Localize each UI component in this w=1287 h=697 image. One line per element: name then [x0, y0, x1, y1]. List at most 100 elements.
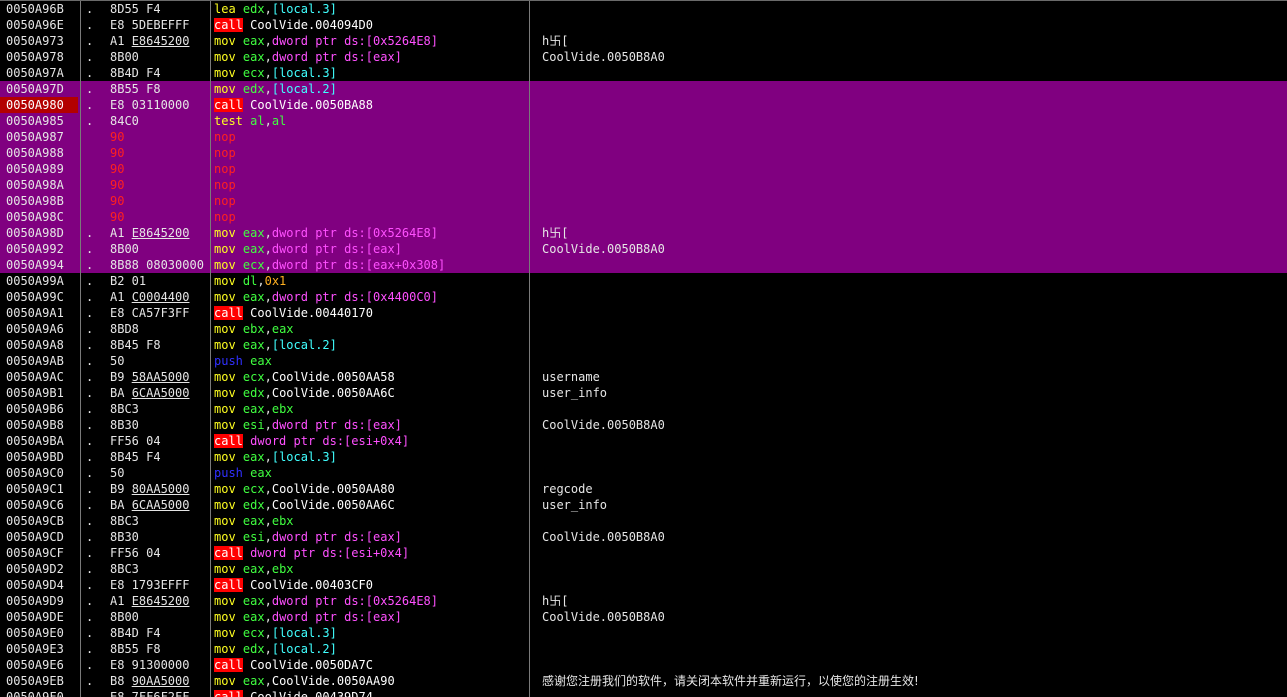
- address-cell[interactable]: 0050A9E0: [0, 625, 78, 641]
- disasm-row[interactable]: 0050A9AC. B9 58AA5000 mov ecx,CoolVide.005…: [0, 369, 1287, 385]
- disasm-row[interactable]: 0050A9AB. 50 push eax: [0, 353, 1287, 369]
- disassembly-cell[interactable]: push eax: [214, 465, 528, 481]
- address-cell[interactable]: 0050A9DE: [0, 609, 78, 625]
- disasm-row[interactable]: 0050A98B 90 nop: [0, 193, 1287, 209]
- disasm-row[interactable]: 0050A97D. 8B55 F8 mov edx,[local.2]: [0, 81, 1287, 97]
- disasm-row[interactable]: 0050A98D. A1 E8645200 mov eax,dword ptr ds…: [0, 225, 1287, 241]
- column-divider[interactable]: [210, 1, 211, 697]
- hex-dump-cell[interactable]: BA 6CAA5000: [110, 385, 210, 401]
- disassembly-cell[interactable]: mov ebx,eax: [214, 321, 528, 337]
- hex-dump-cell[interactable]: E8 5DEBEFFF: [110, 17, 210, 33]
- address-cell[interactable]: 0050A980: [0, 97, 78, 113]
- disassembly-cell[interactable]: call CoolVide.00440170: [214, 305, 528, 321]
- hex-dump-cell[interactable]: 8BC3: [110, 401, 210, 417]
- disasm-row[interactable]: 0050A989 90 nop: [0, 161, 1287, 177]
- disassembly-cell[interactable]: call CoolVide.00439D74: [214, 689, 528, 697]
- disassembly-cell[interactable]: mov eax,dword ptr ds:[0x4400C0]: [214, 289, 528, 305]
- comment-cell[interactable]: h卐[: [542, 593, 1282, 609]
- address-cell[interactable]: 0050A987: [0, 129, 78, 145]
- hex-dump-cell[interactable]: BA 6CAA5000: [110, 497, 210, 513]
- disasm-row[interactable]: 0050A9C0. 50 push eax: [0, 465, 1287, 481]
- address-cell[interactable]: 0050A9AC: [0, 369, 78, 385]
- hex-dump-cell[interactable]: A1 C0004400: [110, 289, 210, 305]
- disasm-row[interactable]: 0050A9EB. B8 90AA5000 mov eax,CoolVide.005…: [0, 673, 1287, 689]
- disassembly-cell[interactable]: mov eax,dword ptr ds:[0x5264E8]: [214, 33, 528, 49]
- disassembly-cell[interactable]: nop: [214, 177, 528, 193]
- address-cell[interactable]: 0050A9F0: [0, 689, 78, 697]
- address-cell[interactable]: 0050A9A6: [0, 321, 78, 337]
- disassembly-cell[interactable]: mov eax,[local.2]: [214, 337, 528, 353]
- disassembly-cell[interactable]: nop: [214, 161, 528, 177]
- disassembly-cell[interactable]: call CoolVide.0050BA88: [214, 97, 528, 113]
- disasm-row[interactable]: 0050A9C1. B9 80AA5000 mov ecx,CoolVide.005…: [0, 481, 1287, 497]
- hex-dump-cell[interactable]: 8B00: [110, 609, 210, 625]
- disassembly-cell[interactable]: mov eax,dword ptr ds:[0x5264E8]: [214, 593, 528, 609]
- comment-cell[interactable]: regcode: [542, 481, 1282, 497]
- hex-dump-cell[interactable]: 90: [110, 209, 210, 225]
- disassembly-view[interactable]: 0050A96B. 8D55 F4 lea edx,[local.3] 0050A96…: [0, 0, 1287, 697]
- disasm-row[interactable]: 0050A98A 90 nop: [0, 177, 1287, 193]
- disassembly-cell[interactable]: call CoolVide.004094D0: [214, 17, 528, 33]
- column-divider[interactable]: [80, 1, 81, 697]
- address-cell[interactable]: 0050A9B8: [0, 417, 78, 433]
- disasm-row[interactable]: 0050A98C 90 nop: [0, 209, 1287, 225]
- disasm-row[interactable]: 0050A9DE. 8B00 mov eax,dword ptr ds:[eax] C…: [0, 609, 1287, 625]
- hex-dump-cell[interactable]: B2 01: [110, 273, 210, 289]
- comment-cell[interactable]: h卐[: [542, 225, 1282, 241]
- address-cell[interactable]: 0050A96E: [0, 17, 78, 33]
- hex-dump-cell[interactable]: 90: [110, 161, 210, 177]
- disasm-row[interactable]: 0050A980. E8 03110000 call CoolVide.0050BA…: [0, 97, 1287, 113]
- disassembly-cell[interactable]: nop: [214, 193, 528, 209]
- disassembly-cell[interactable]: mov esi,dword ptr ds:[eax]: [214, 417, 528, 433]
- disassembly-cell[interactable]: mov ecx,CoolVide.0050AA58: [214, 369, 528, 385]
- disasm-row[interactable]: 0050A97A. 8B4D F4 mov ecx,[local.3]: [0, 65, 1287, 81]
- address-cell[interactable]: 0050A9CB: [0, 513, 78, 529]
- address-cell[interactable]: 0050A9A1: [0, 305, 78, 321]
- comment-cell[interactable]: CoolVide.0050B8A0: [542, 529, 1282, 545]
- comment-cell[interactable]: CoolVide.0050B8A0: [542, 417, 1282, 433]
- hex-dump-cell[interactable]: 84C0: [110, 113, 210, 129]
- disassembly-cell[interactable]: mov edx,CoolVide.0050AA6C: [214, 385, 528, 401]
- address-cell[interactable]: 0050A97A: [0, 65, 78, 81]
- disassembly-cell[interactable]: mov esi,dword ptr ds:[eax]: [214, 529, 528, 545]
- disasm-row[interactable]: 0050A96B. 8D55 F4 lea edx,[local.3]: [0, 1, 1287, 17]
- address-cell[interactable]: 0050A9E3: [0, 641, 78, 657]
- address-cell[interactable]: 0050A98D: [0, 225, 78, 241]
- address-cell[interactable]: 0050A9CD: [0, 529, 78, 545]
- disasm-row[interactable]: 0050A988 90 nop: [0, 145, 1287, 161]
- disassembly-cell[interactable]: mov dl,0x1: [214, 273, 528, 289]
- disassembly-cell[interactable]: mov ecx,[local.3]: [214, 65, 528, 81]
- disasm-row[interactable]: 0050A9A6. 8BD8 mov ebx,eax: [0, 321, 1287, 337]
- hex-dump-cell[interactable]: 8B4D F4: [110, 65, 210, 81]
- disassembly-cell[interactable]: mov eax,dword ptr ds:[eax]: [214, 609, 528, 625]
- disassembly-cell[interactable]: mov eax,CoolVide.0050AA90: [214, 673, 528, 689]
- hex-dump-cell[interactable]: E8 CA57F3FF: [110, 305, 210, 321]
- address-cell[interactable]: 0050A98B: [0, 193, 78, 209]
- comment-cell[interactable]: h卐[: [542, 33, 1282, 49]
- disasm-row[interactable]: 0050A9B6. 8BC3 mov eax,ebx: [0, 401, 1287, 417]
- disassembly-cell[interactable]: call CoolVide.0050DA7C: [214, 657, 528, 673]
- hex-dump-cell[interactable]: 8B30: [110, 529, 210, 545]
- hex-dump-cell[interactable]: FF56 04: [110, 433, 210, 449]
- disasm-row[interactable]: 0050A9D9. A1 E8645200 mov eax,dword ptr ds…: [0, 593, 1287, 609]
- address-cell[interactable]: 0050A973: [0, 33, 78, 49]
- disasm-row[interactable]: 0050A9E0. 8B4D F4 mov ecx,[local.3]: [0, 625, 1287, 641]
- address-cell[interactable]: 0050A988: [0, 145, 78, 161]
- hex-dump-cell[interactable]: 90: [110, 129, 210, 145]
- disasm-row[interactable]: 0050A9BA. FF56 04 call dword ptr ds:[esi+0…: [0, 433, 1287, 449]
- address-cell[interactable]: 0050A978: [0, 49, 78, 65]
- address-cell[interactable]: 0050A9D2: [0, 561, 78, 577]
- hex-dump-cell[interactable]: 8BC3: [110, 561, 210, 577]
- address-cell[interactable]: 0050A9CF: [0, 545, 78, 561]
- disasm-row[interactable]: 0050A99A. B2 01 mov dl,0x1: [0, 273, 1287, 289]
- address-cell[interactable]: 0050A9D9: [0, 593, 78, 609]
- address-cell[interactable]: 0050A9AB: [0, 353, 78, 369]
- hex-dump-cell[interactable]: 50: [110, 353, 210, 369]
- hex-dump-cell[interactable]: 90: [110, 145, 210, 161]
- address-cell[interactable]: 0050A989: [0, 161, 78, 177]
- address-cell[interactable]: 0050A9C0: [0, 465, 78, 481]
- address-cell[interactable]: 0050A97D: [0, 81, 78, 97]
- comment-cell[interactable]: user_info: [542, 497, 1282, 513]
- disassembly-cell[interactable]: push eax: [214, 353, 528, 369]
- address-cell[interactable]: 0050A98A: [0, 177, 78, 193]
